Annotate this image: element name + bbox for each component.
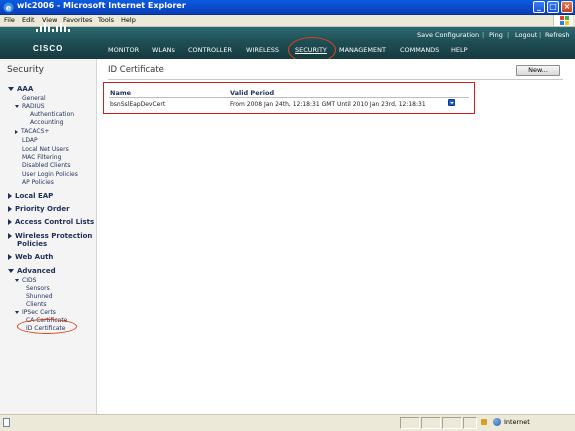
nav-management[interactable]: MANAGEMENT — [339, 46, 386, 54]
chevron-right-icon — [15, 129, 18, 134]
window-title: wlc2006 - Microsoft Internet Explorer — [17, 1, 186, 10]
sidebar-item-web-auth[interactable]: Web Auth — [8, 253, 53, 261]
sidebar-title: Security — [7, 65, 44, 75]
chevron-right-icon — [8, 206, 12, 212]
logout-link[interactable]: Logout — [515, 31, 537, 39]
sidebar-item-general[interactable]: General — [22, 95, 46, 102]
main-content: ID Certificate New... Name Valid Period … — [98, 59, 575, 414]
chevron-down-icon — [15, 311, 19, 314]
sidebar-item-mac-filtering[interactable]: MAC Filtering — [22, 154, 61, 161]
divider — [109, 97, 469, 98]
cert-name-cell: bsnSslEapDevCert — [110, 101, 166, 108]
sidebar-item-cids[interactable]: CIDS — [15, 277, 36, 284]
page-title: ID Certificate — [108, 65, 164, 75]
sidebar-item-accounting[interactable]: Accounting — [30, 119, 64, 126]
sidebar-item-label: Advanced — [17, 267, 56, 275]
sidebar-item-priority-order[interactable]: Priority Order — [8, 205, 70, 213]
svg-text:e: e — [6, 4, 12, 13]
menu-tools[interactable]: Tools — [98, 16, 114, 24]
cisco-logo-text: CISCO — [33, 44, 64, 53]
nav-help[interactable]: HELP — [451, 46, 468, 54]
sidebar-item-label: Local EAP — [15, 192, 54, 200]
sidebar-item-aaa[interactable]: AAA — [8, 85, 33, 93]
toplink-separator: | — [539, 31, 542, 39]
sidebar-item-label: RADIUS — [22, 103, 45, 110]
sidebar-item-user-login-policies[interactable]: User Login Policies — [22, 171, 78, 178]
column-header-name: Name — [110, 89, 132, 97]
window-titlebar: e wlc2006 - Microsoft Internet Explorer … — [0, 0, 575, 15]
sidebar-item-sensors[interactable]: Sensors — [26, 285, 50, 292]
security-zone-label: Internet — [504, 418, 530, 426]
chevron-down-icon — [8, 269, 14, 273]
toplink-separator: | — [507, 31, 510, 39]
divider — [108, 79, 563, 80]
sidebar-item-radius[interactable]: RADIUS — [15, 103, 45, 110]
chevron-right-icon — [8, 219, 12, 225]
sidebar-item-label-continued[interactable]: Policies — [17, 240, 47, 248]
sidebar-item-ap-policies[interactable]: AP Policies — [22, 179, 54, 186]
sidebar-item-authentication[interactable]: Authentication — [30, 111, 74, 118]
sidebar-item-advanced[interactable]: Advanced — [8, 267, 56, 275]
status-segment — [442, 417, 462, 429]
dropdown-arrow-icon[interactable] — [448, 99, 455, 106]
chevron-right-icon — [8, 254, 12, 260]
save-configuration-link[interactable]: Save Configuration — [417, 31, 479, 39]
nav-commands[interactable]: COMMANDS — [400, 46, 439, 54]
lock-icon — [481, 419, 487, 425]
sidebar-item-shunned-clients[interactable]: Shunned — [26, 293, 53, 300]
minimize-icon[interactable]: _ — [533, 1, 545, 13]
sidebar-item-ipsec-certs[interactable]: IPSec Certs — [15, 309, 56, 316]
sidebar-item-tacacs[interactable]: TACACS+ — [15, 128, 49, 135]
sidebar-item-label: IPSec Certs — [22, 309, 56, 316]
ie-icon: e — [3, 2, 14, 13]
maximize-icon[interactable]: □ — [547, 1, 559, 13]
sidebar: Security AAA General RADIUS Authenticati… — [0, 59, 97, 414]
sidebar-item-local-eap[interactable]: Local EAP — [8, 192, 53, 200]
app-header: CISCO Save Configuration | Ping | Logout… — [0, 23, 575, 59]
chevron-right-icon — [8, 233, 12, 239]
sidebar-item-local-net-users[interactable]: Local Net Users — [22, 146, 69, 153]
menu-help[interactable]: Help — [121, 16, 136, 24]
refresh-link[interactable]: Refresh — [545, 31, 570, 39]
sidebar-item-label: AAA — [17, 85, 34, 93]
status-bar: Internet — [0, 414, 575, 431]
chevron-down-icon — [15, 279, 19, 282]
ping-link[interactable]: Ping — [489, 31, 503, 39]
sidebar-item-access-control-lists[interactable]: Access Control Lists — [8, 218, 94, 226]
status-segment — [400, 417, 420, 429]
chevron-down-icon — [8, 87, 14, 91]
globe-icon — [493, 418, 501, 426]
nav-wireless[interactable]: WIRELESS — [246, 46, 279, 54]
column-header-valid-period: Valid Period — [230, 89, 275, 97]
sidebar-item-label: Access Control Lists — [15, 218, 95, 226]
menu-file[interactable]: File — [4, 16, 15, 24]
certificate-table: Name Valid Period bsnSslEapDevCert From … — [103, 82, 475, 114]
sidebar-item-shunned-clients-continued[interactable]: Clients — [26, 301, 47, 308]
chevron-down-icon — [15, 105, 19, 108]
sidebar-item-label: TACACS+ — [21, 128, 50, 135]
menu-bar: File Edit View Favorites Tools Help — [0, 15, 575, 27]
page-icon — [3, 418, 10, 427]
close-icon[interactable]: × — [561, 1, 573, 13]
chevron-right-icon — [8, 193, 12, 199]
status-segment — [463, 417, 477, 429]
windows-logo-icon — [553, 15, 573, 26]
sidebar-item-ldap[interactable]: LDAP — [22, 137, 38, 144]
sidebar-item-disabled-clients[interactable]: Disabled Clients — [22, 162, 70, 169]
nav-wlans[interactable]: WLANs — [152, 46, 175, 54]
menu-edit[interactable]: Edit — [22, 16, 35, 24]
sidebar-item-wireless-protection-policies[interactable]: Wireless Protection — [8, 232, 92, 240]
id-certificate-highlight-oval — [17, 319, 77, 334]
menu-favorites[interactable]: Favorites — [63, 16, 92, 24]
sidebar-item-label: CIDS — [22, 277, 37, 284]
cert-valid-period-cell: From 2008 Jan 24th, 12:18:31 GMT Until 2… — [230, 101, 426, 108]
new-button[interactable]: New... — [516, 65, 560, 76]
nav-controller[interactable]: CONTROLLER — [188, 46, 232, 54]
sidebar-item-label: Web Auth — [15, 253, 54, 261]
sidebar-item-label: Priority Order — [15, 205, 70, 213]
nav-monitor[interactable]: MONITOR — [108, 46, 139, 54]
status-segment — [421, 417, 441, 429]
sidebar-item-label: Wireless Protection — [15, 232, 93, 240]
toplink-separator: | — [482, 31, 485, 39]
